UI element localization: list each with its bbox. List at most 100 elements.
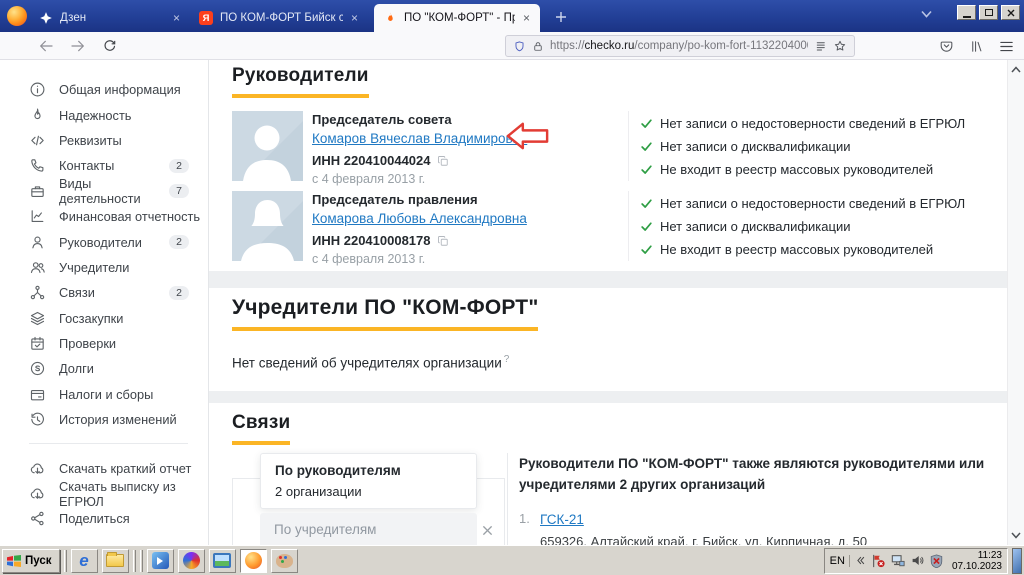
count-badge: 7: [169, 184, 189, 198]
org-link[interactable]: ГСК-21: [540, 512, 584, 527]
restore-button[interactable]: [979, 5, 998, 20]
leaders-title: Руководители: [232, 65, 369, 98]
count-badge: 2: [169, 286, 189, 300]
sidebar-action-download-report[interactable]: Скачать краткий отчет: [0, 455, 208, 480]
image-viewer-button[interactable]: [209, 549, 236, 573]
sidebar-item-procurement[interactable]: Госзакупки: [0, 306, 208, 331]
menu-icon[interactable]: [999, 40, 1014, 53]
person-icon: [29, 234, 46, 251]
taskbar-clock[interactable]: 11:23 07.10.2023: [949, 550, 1002, 572]
tab-bar: Дзен × Я ПО КОМ-ФОРТ Бийск checko.ru — ×…: [0, 0, 1024, 32]
new-tab-button[interactable]: [548, 4, 574, 30]
tracking-shield-icon[interactable]: [513, 40, 526, 53]
check-item: Не входит в реестр массовых руководителе…: [640, 158, 987, 181]
scroll-up-icon[interactable]: [1011, 66, 1021, 73]
wallet-icon: [29, 386, 46, 403]
check-item: Не входит в реестр массовых руководителе…: [640, 238, 987, 261]
back-button[interactable]: [38, 38, 54, 54]
internet-explorer-button[interactable]: e: [71, 549, 98, 573]
sidebar-action-download-egrul[interactable]: Скачать выписку из ЕГРЮЛ: [0, 481, 208, 506]
sidebar-action-share[interactable]: Поделиться: [0, 506, 208, 531]
red-arrow-annotation: [506, 120, 549, 152]
copy-icon[interactable]: [437, 155, 449, 167]
sidebar-item-taxes[interactable]: Налоги и сборы: [0, 382, 208, 407]
leader-role: Председатель правления: [312, 192, 628, 207]
network-icon[interactable]: [891, 554, 905, 567]
sidebar-item-founders[interactable]: Учредители: [0, 255, 208, 280]
sidebar-item-history[interactable]: История изменений: [0, 407, 208, 432]
female-avatar: [232, 191, 303, 261]
sidebar-item-leaders[interactable]: Руководители 2: [0, 229, 208, 254]
count-badge: 2: [169, 235, 189, 249]
sidebar-label: Виды деятельности: [59, 176, 156, 206]
page-scrollbar[interactable]: [1007, 60, 1024, 545]
sidebar-label: Связи: [59, 285, 95, 300]
lock-icon[interactable]: [532, 40, 544, 53]
related-org-item: 1. ГСК-21 659326, Алтайский край, г. Бий…: [519, 511, 987, 545]
tab-close-icon[interactable]: ×: [522, 12, 531, 24]
sidebar-item-reliability[interactable]: Надежность: [0, 102, 208, 127]
volume-icon[interactable]: [911, 554, 924, 567]
reload-button[interactable]: [102, 38, 117, 53]
bookmark-star-icon[interactable]: [833, 39, 847, 53]
show-desktop-button[interactable]: [1012, 548, 1022, 574]
collapse-tray-icon[interactable]: [856, 556, 865, 565]
tab-close-icon[interactable]: ×: [350, 12, 359, 24]
sidebar-item-contacts[interactable]: Контакты 2: [0, 153, 208, 178]
sidebar-label: История изменений: [59, 412, 177, 427]
media-player-button[interactable]: [147, 549, 174, 573]
firefox-taskbar-button[interactable]: [240, 549, 267, 573]
sidebar-item-financials[interactable]: Финансовая отчетность: [0, 204, 208, 229]
sidebar-item-activities[interactable]: Виды деятельности 7: [0, 179, 208, 204]
leader-inn: ИНН 220410008178: [312, 233, 431, 248]
leader-name-link[interactable]: Комарова Любовь Александровна: [312, 211, 527, 226]
browser-swirl-button[interactable]: [178, 549, 205, 573]
copy-icon[interactable]: [437, 235, 449, 247]
tab-yandex-search[interactable]: Я ПО КОМ-ФОРТ Бийск checko.ru — ×: [190, 4, 368, 32]
dzen-icon: [39, 11, 53, 25]
phone-icon: [29, 157, 46, 174]
close-icon[interactable]: [482, 525, 493, 536]
list-all-tabs-button[interactable]: [921, 10, 932, 18]
file-explorer-button[interactable]: [102, 549, 129, 573]
relations-title: Связи: [232, 412, 290, 445]
update-shield-icon[interactable]: [930, 554, 943, 568]
connections-icon: [29, 284, 46, 301]
close-button[interactable]: [1001, 5, 1020, 20]
checkmark-icon: [640, 220, 653, 233]
filter-card-by-leaders[interactable]: По руководителям 2 организации: [260, 453, 477, 509]
cloud-download-icon: [29, 460, 46, 477]
sidebar-item-inspections[interactable]: Проверки: [0, 331, 208, 356]
sidebar-label: Руководители: [59, 235, 142, 250]
sidebar-item-relations[interactable]: Связи 2: [0, 280, 208, 305]
cloud-download-icon: [29, 485, 46, 502]
library-icon[interactable]: [969, 39, 984, 54]
toolbar-handle: [64, 550, 67, 572]
forward-button[interactable]: [70, 38, 86, 54]
tab-checko-active[interactable]: ПО "КОМ-ФОРТ" - Председатель ×: [374, 4, 540, 32]
url-bar[interactable]: https://checko.ru/company/po-kom-fort-11…: [505, 35, 855, 57]
scroll-down-icon[interactable]: [1011, 532, 1021, 539]
system-tray: EN 11:23 07.10.2023: [824, 548, 1008, 574]
clock-time: 11:23: [952, 550, 1002, 561]
pocket-icon[interactable]: [939, 39, 954, 54]
people-icon: [29, 259, 46, 276]
tab-dzen[interactable]: Дзен ×: [30, 4, 190, 32]
leader-since: с 4 февраля 2013 г.: [312, 172, 628, 186]
paint-button[interactable]: [271, 549, 298, 573]
sidebar-item-debts[interactable]: Долги: [0, 356, 208, 381]
navigation-toolbar: https://checko.ru/company/po-kom-fort-11…: [0, 32, 1024, 60]
security-alert-flag-icon[interactable]: [871, 554, 885, 568]
tab-close-icon[interactable]: ×: [172, 12, 181, 24]
language-indicator[interactable]: EN: [830, 555, 850, 567]
sidebar-item-general[interactable]: Общая информация: [0, 77, 208, 102]
sidebar-item-details[interactable]: Реквизиты: [0, 128, 208, 153]
leader-name-link[interactable]: Комаров Вячеслав Владимирович: [312, 131, 527, 146]
founders-empty-text: Нет сведений об учредителях организации?: [232, 354, 987, 371]
reader-view-icon[interactable]: [814, 40, 827, 53]
checkmark-icon: [640, 163, 653, 176]
filter-card-by-founders[interactable]: По учредителям: [260, 513, 477, 545]
hint-question-mark[interactable]: ?: [504, 354, 510, 365]
minimize-button[interactable]: [957, 5, 976, 20]
start-button[interactable]: Пуск: [2, 549, 60, 573]
